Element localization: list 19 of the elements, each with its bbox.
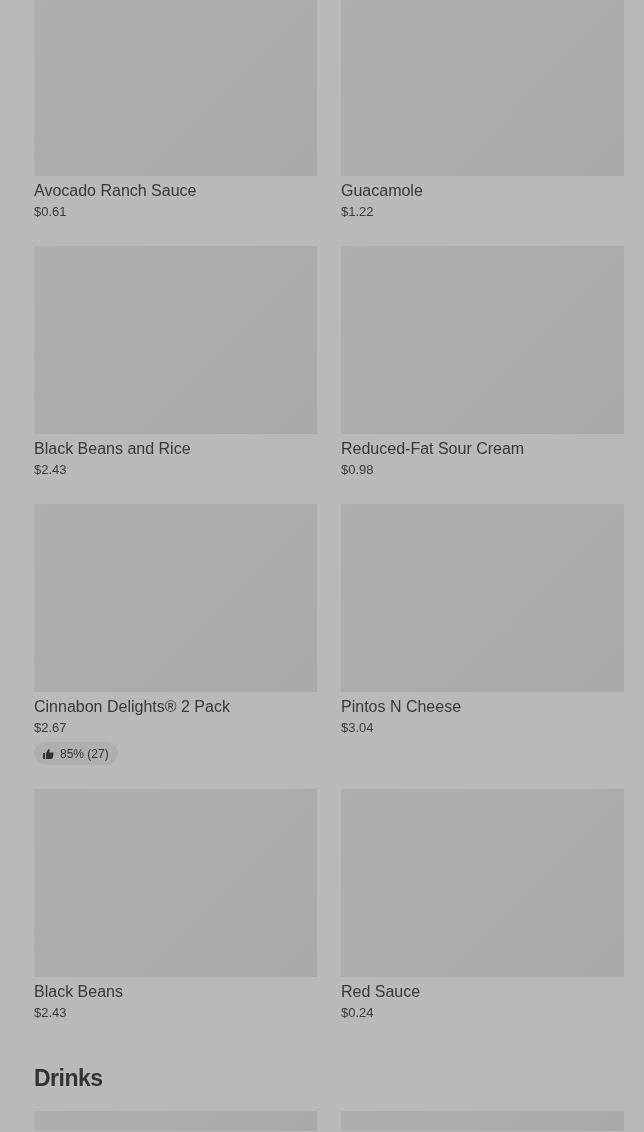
item-name: Reduced-Fat Sour Cream xyxy=(341,439,526,459)
thumbs-up-icon xyxy=(42,747,54,760)
item-price: $0.98 xyxy=(341,461,375,479)
item-name: Pintos N Cheese xyxy=(341,697,463,717)
item-name: Red Sauce xyxy=(341,982,422,1002)
item-name: Cinnabon Delights® 2 Pack xyxy=(34,697,231,717)
item-price: $2.43 xyxy=(34,461,68,479)
item-price: $0.24 xyxy=(341,1004,375,1022)
item-name: Black Beans and Rice xyxy=(34,439,192,459)
item-name: Guacamole xyxy=(341,181,424,201)
item-price: $1.22 xyxy=(341,203,375,221)
item-name: Black Beans xyxy=(34,982,124,1002)
item-price: $0.61 xyxy=(34,203,68,221)
item-price: $2.43 xyxy=(34,1004,68,1022)
rating-text: 85% (27) xyxy=(60,746,109,761)
item-price: $2.67 xyxy=(34,719,68,737)
section-heading: Drinks xyxy=(34,1064,104,1093)
item-price: $3.04 xyxy=(341,719,375,737)
item-name: Avocado Ranch Sauce xyxy=(34,181,198,201)
